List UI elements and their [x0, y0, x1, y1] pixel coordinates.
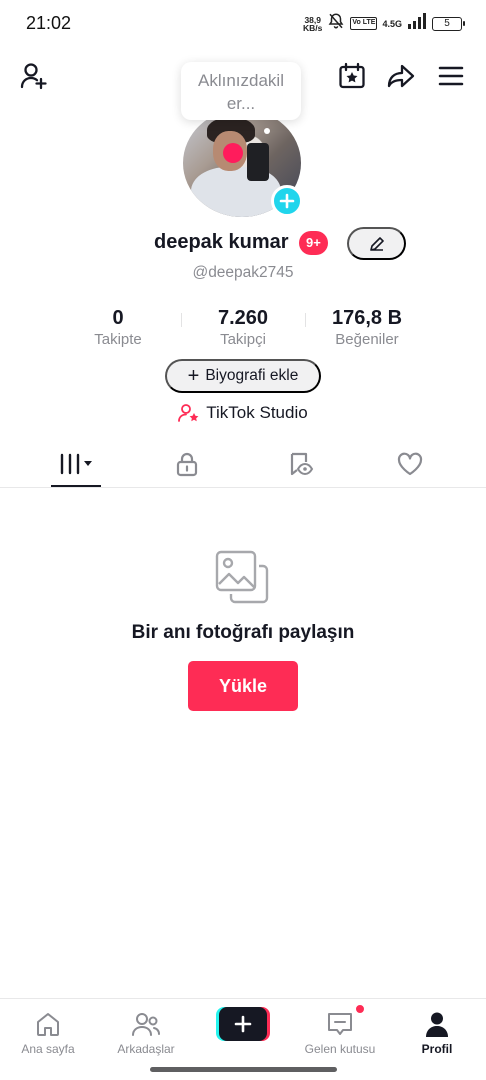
mute-icon	[327, 12, 345, 35]
nav-home-label: Ana sayfa	[21, 1042, 75, 1056]
nav-profile[interactable]: Profil	[392, 1009, 482, 1056]
volte-icon: Vo LTE	[350, 17, 378, 30]
thought-bubble-line1: Aklınızdakil	[198, 71, 284, 90]
upload-button[interactable]: Yükle	[188, 661, 298, 711]
nav-friends[interactable]: Arkadaşlar	[101, 1009, 191, 1056]
person-star-icon	[178, 404, 199, 422]
status-icons: 38,9 KB/s Vo LTE 4.5G 5	[303, 12, 465, 35]
stat-followers[interactable]: 7.260 Takipçi	[193, 305, 293, 349]
battery-icon: 5	[432, 16, 465, 31]
add-bio-button[interactable]: + Biyografi ekle	[165, 359, 321, 393]
add-friend-icon[interactable]	[18, 60, 50, 92]
bookmark-eye-icon	[290, 452, 314, 476]
profile-icon	[422, 1009, 452, 1039]
active-tab-indicator	[51, 485, 101, 487]
tiktok-studio-link[interactable]: TikTok Studio	[0, 403, 486, 423]
avatar-sticker	[223, 143, 243, 163]
home-icon	[33, 1009, 63, 1039]
lock-icon	[176, 452, 198, 477]
tab-reposts[interactable]	[270, 440, 330, 488]
plus-icon: +	[187, 365, 200, 387]
stat-likes-value: 176,8 B	[331, 307, 403, 329]
add-story-button[interactable]	[271, 185, 303, 217]
username: @deepak2745	[192, 264, 294, 281]
profile-tabs	[0, 440, 486, 488]
nav-inbox[interactable]: Gelen kutusu	[295, 1009, 385, 1056]
stat-likes-label: Beğeniler	[335, 331, 399, 348]
status-bar: 21:02 38,9 KB/s Vo LTE 4.5G 5	[0, 0, 486, 46]
status-time: 21:02	[26, 13, 72, 33]
photo-stack-icon	[213, 548, 271, 606]
empty-state-title: Bir anı fotoğrafı paylaşın	[131, 622, 355, 643]
thought-bubble[interactable]: Aklınızdakil er...	[181, 62, 301, 120]
add-bio-label: Biyografi ekle	[205, 367, 299, 384]
avatar-phone	[247, 143, 269, 181]
tab-liked[interactable]	[380, 440, 440, 488]
nav-profile-label: Profil	[421, 1042, 453, 1056]
stat-following-label: Takipte	[94, 331, 142, 348]
grid-icon	[60, 453, 92, 475]
calendar-star-icon[interactable]	[336, 60, 368, 92]
stat-followers-label: Takipçi	[220, 331, 266, 348]
plus-icon	[279, 193, 295, 209]
stat-following[interactable]: 0 Takipte	[78, 305, 158, 349]
share-icon[interactable]	[385, 60, 417, 92]
tab-private[interactable]	[157, 440, 217, 488]
signal-icon	[407, 13, 427, 34]
edit-profile-button[interactable]	[347, 227, 406, 260]
heart-icon	[397, 452, 423, 476]
friends-icon	[131, 1009, 161, 1039]
nav-home[interactable]: Ana sayfa	[3, 1009, 93, 1056]
thought-bubble-line2: er...	[226, 94, 256, 113]
stat-following-value: 0	[112, 307, 124, 329]
menu-icon[interactable]	[435, 60, 467, 92]
pencil-icon	[369, 236, 384, 251]
profile-name: deepak kumar	[154, 231, 289, 253]
network-speed-unit: KB/s	[303, 22, 323, 33]
home-indicator	[150, 1067, 337, 1072]
plus-icon	[219, 1007, 267, 1041]
stat-divider	[181, 313, 182, 327]
nav-inbox-label: Gelen kutusu	[304, 1042, 376, 1056]
tiktok-studio-label: TikTok Studio	[206, 403, 308, 422]
stat-likes[interactable]: 176,8 B Beğeniler	[317, 305, 417, 349]
inbox-icon	[325, 1009, 355, 1039]
notification-badge[interactable]: 9+	[299, 231, 328, 255]
stat-followers-value: 7.260	[217, 307, 269, 329]
network-type-label: 4.5G	[382, 18, 402, 29]
network-speed: 38,9 KB/s	[303, 15, 323, 33]
tab-videos[interactable]	[46, 440, 106, 488]
create-button[interactable]	[216, 1007, 270, 1041]
thought-bubble-dot	[264, 128, 270, 134]
nav-friends-label: Arkadaşlar	[117, 1042, 175, 1056]
inbox-notification-dot	[355, 1004, 365, 1014]
stat-divider	[305, 313, 306, 327]
